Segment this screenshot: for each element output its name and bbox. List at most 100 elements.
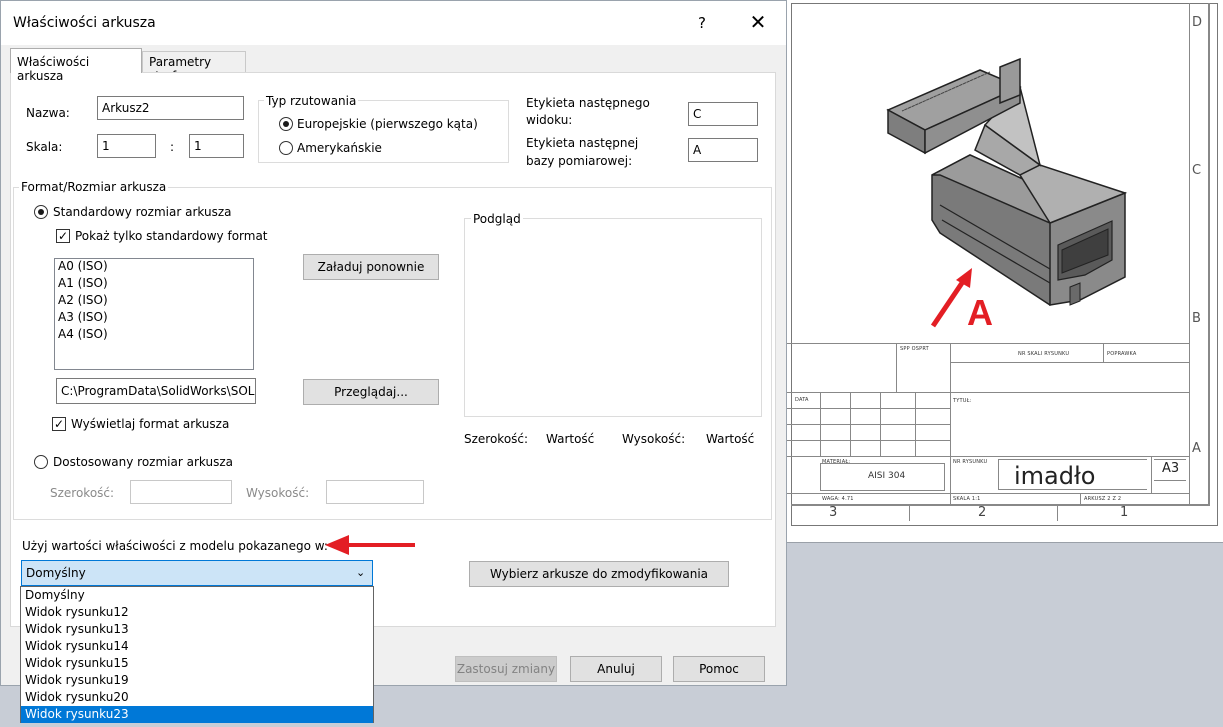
zone-letter-a: A <box>1192 441 1201 456</box>
title-block-line <box>787 408 950 409</box>
title-block-line <box>1154 459 1186 460</box>
zone-divider <box>1189 3 1190 506</box>
title-block-line <box>1080 493 1081 506</box>
sheet-size-label: A3 <box>1162 461 1180 476</box>
preview-box <box>464 218 762 417</box>
apply-changes-button[interactable]: Zastosuj zmiany <box>455 656 557 682</box>
callout-letter: A <box>967 292 993 333</box>
custom-height-input[interactable] <box>326 480 424 504</box>
preview-caption: Podgląd <box>471 212 523 226</box>
title-block-line <box>787 440 950 441</box>
zone-letter-b: B <box>1192 311 1201 326</box>
scale-label: Skala: <box>26 140 63 154</box>
title-block-field: ARKUSZ 2 Z 2 <box>1084 496 1122 502</box>
title-block-line <box>787 493 1189 494</box>
preview-width-value: Wartość <box>546 432 595 446</box>
select-sheets-button[interactable]: Wybierz arkusze do zmodyfikowania <box>469 561 729 587</box>
custom-height-label: Wysokość: <box>246 486 310 500</box>
next-view-label-cont: widoku: <box>526 113 573 127</box>
dropdown-option[interactable]: Widok rysunku14 <box>21 638 373 655</box>
next-datum-input[interactable]: A <box>688 138 758 162</box>
zone-letter-c: C <box>1192 163 1202 178</box>
title-block-line <box>1151 456 1152 493</box>
model-view-dropdown-list[interactable]: Domyślny Widok rysunku12 Widok rysunku13… <box>20 586 374 723</box>
only-standard-label[interactable]: Pokaż tylko standardowy format <box>75 229 268 243</box>
scale-numerator-input[interactable]: 1 <box>97 134 156 158</box>
custom-width-input[interactable] <box>130 480 232 504</box>
model-view-combobox[interactable]: Domyślny <box>21 560 373 586</box>
dropdown-option[interactable]: Widok rysunku20 <box>21 689 373 706</box>
title-block-line <box>896 343 897 392</box>
preview-width-label: Szerokość: <box>464 432 529 446</box>
sheet-size-list[interactable]: A0 (ISO) A1 (ISO) A2 (ISO) A3 (ISO) A4 (… <box>54 258 254 370</box>
title-block-field: MATERIAŁ: <box>822 459 851 465</box>
format-size-caption: Format/Rozmiar arkusza <box>19 180 169 194</box>
american-projection-radio[interactable] <box>279 141 293 155</box>
close-icon[interactable]: ✕ <box>745 9 771 35</box>
scale-denominator-input[interactable]: 1 <box>189 134 244 158</box>
dropdown-option[interactable]: Widok rysunku19 <box>21 672 373 689</box>
next-view-input[interactable]: C <box>688 102 758 126</box>
title-block-field: SPP OSPRT <box>900 346 929 352</box>
zone-divider <box>909 506 910 521</box>
reload-button[interactable]: Załaduj ponownie <box>303 254 439 280</box>
zone-letter-d: D <box>1192 15 1203 30</box>
zone-divider <box>1057 506 1058 521</box>
only-standard-checkbox[interactable]: ✓ <box>56 229 70 243</box>
display-format-checkbox[interactable]: ✓ <box>52 417 66 431</box>
title-block-line <box>820 490 944 491</box>
dropdown-option[interactable]: Widok rysunku15 <box>21 655 373 672</box>
european-projection-radio[interactable] <box>279 117 293 131</box>
tab-zone-parameters[interactable]: Parametry strefy <box>142 51 246 83</box>
dropdown-option[interactable]: Widok rysunku13 <box>21 621 373 638</box>
next-view-label: Etykieta następnego <box>526 96 650 110</box>
title-block-line <box>998 459 999 489</box>
european-projection-label[interactable]: Europejskie (pierwszego kąta) <box>297 117 478 131</box>
help-footer-button[interactable]: Pomoc <box>673 656 765 682</box>
zone-number-1: 1 <box>1120 505 1129 520</box>
title-block-line <box>998 459 1147 460</box>
next-datum-label: Etykieta następnej <box>526 136 639 150</box>
list-item[interactable]: A0 (ISO) <box>55 259 253 276</box>
chevron-down-icon[interactable]: ⌄ <box>356 566 365 579</box>
help-button[interactable]: ? <box>690 11 714 35</box>
title-block-line <box>944 463 945 491</box>
dropdown-option[interactable]: Domyślny <box>21 587 373 604</box>
cancel-button[interactable]: Anuluj <box>570 656 662 682</box>
title-block-line <box>787 392 1189 393</box>
combobox-value: Domyślny <box>26 566 86 580</box>
display-format-label[interactable]: Wyświetlaj format arkusza <box>71 417 229 431</box>
custom-size-radio[interactable] <box>34 455 48 469</box>
dropdown-option[interactable]: Widok rysunku12 <box>21 604 373 621</box>
projection-caption: Typ rzutowania <box>264 94 359 108</box>
tab-sheet-properties[interactable]: Właściwości arkusza <box>10 48 142 83</box>
format-path-input[interactable]: C:\ProgramData\SolidWorks\SOL <box>56 378 256 404</box>
american-projection-label[interactable]: Amerykańskie <box>297 141 382 155</box>
name-input[interactable]: Arkusz2 <box>97 96 244 120</box>
dropdown-option-selected[interactable]: Widok rysunku23 <box>21 706 373 723</box>
title-block-field: DATA <box>795 397 809 403</box>
title-block-field: NR SKALI RYSUNKU <box>1018 351 1070 357</box>
standard-size-radio[interactable] <box>34 205 48 219</box>
title-block-line <box>950 362 1189 363</box>
name-label: Nazwa: <box>26 106 70 120</box>
browse-button[interactable]: Przeglądaj... <box>303 379 439 405</box>
title-block-field: TYTUŁ: <box>953 398 972 404</box>
title-block-line <box>1154 480 1186 481</box>
title-block-field: POPRAWKA <box>1107 351 1137 357</box>
preview-height-label: Wysokość: <box>622 432 686 446</box>
title-block-line <box>787 343 1189 344</box>
custom-size-label[interactable]: Dostosowany rozmiar arkusza <box>53 455 233 469</box>
list-item[interactable]: A1 (ISO) <box>55 276 253 293</box>
title-block-line <box>950 343 951 506</box>
list-item[interactable]: A4 (ISO) <box>55 327 253 344</box>
title-block-line <box>787 424 950 425</box>
zone-number-3: 3 <box>829 505 838 520</box>
title-block-field: SKALA 1:1 <box>953 496 981 502</box>
list-item[interactable]: A2 (ISO) <box>55 293 253 310</box>
standard-size-label[interactable]: Standardowy rozmiar arkusza <box>53 205 231 219</box>
next-datum-label-cont: bazy pomiarowej: <box>526 154 633 168</box>
title-block-line <box>1103 343 1104 362</box>
list-item[interactable]: A3 (ISO) <box>55 310 253 327</box>
projection-group <box>258 100 509 163</box>
